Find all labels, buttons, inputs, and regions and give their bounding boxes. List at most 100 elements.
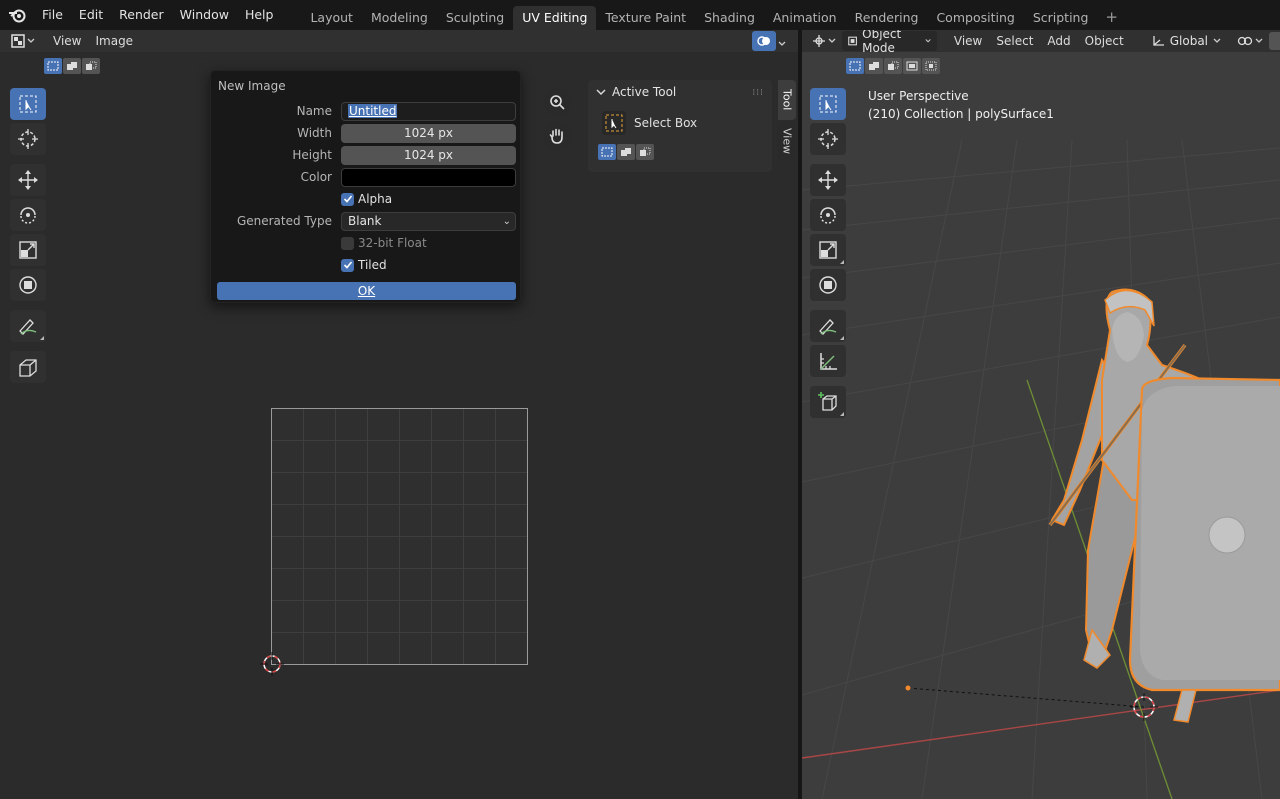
generated-type-select[interactable]: Blank ⌄ bbox=[341, 212, 516, 231]
select-subtract-icon[interactable] bbox=[636, 144, 654, 160]
move-tool[interactable] bbox=[10, 164, 46, 196]
menu-edit[interactable]: Edit bbox=[71, 3, 111, 27]
snap-toggle-button[interactable] bbox=[1269, 32, 1280, 50]
uv-menu-view[interactable]: View bbox=[46, 31, 88, 51]
ok-button[interactable]: OK bbox=[217, 282, 516, 300]
new-image-dialog: New Image Name Untitled Width 1024 px He… bbox=[210, 70, 521, 303]
rotate-tool[interactable] bbox=[10, 199, 46, 231]
tab-animation[interactable]: Animation bbox=[764, 6, 846, 30]
editor-type-selector[interactable] bbox=[812, 31, 836, 51]
overlay-toggle-button[interactable] bbox=[752, 31, 776, 51]
viewport-menu-add[interactable]: Add bbox=[1040, 31, 1077, 51]
pivot-point-dropdown[interactable] bbox=[1237, 35, 1263, 47]
select-extend-icon[interactable] bbox=[865, 58, 883, 74]
tiled-checkbox-row[interactable]: Tiled bbox=[341, 258, 387, 272]
tab-scripting[interactable]: Scripting bbox=[1024, 6, 1098, 30]
uv-editor[interactable]: View Image Active Tool ⁞⁞⁞ Select Box To… bbox=[0, 30, 798, 799]
viewport-header: Object Mode View Select Add Object Globa… bbox=[802, 30, 1280, 55]
float-checkbox[interactable] bbox=[341, 236, 354, 250]
zoom-button[interactable] bbox=[543, 88, 571, 116]
tab-rendering[interactable]: Rendering bbox=[846, 6, 928, 30]
tab-shading[interactable]: Shading bbox=[695, 6, 764, 30]
uv-menu-image[interactable]: Image bbox=[88, 31, 140, 51]
rotate-tool[interactable] bbox=[810, 199, 846, 231]
annotate-tool[interactable] bbox=[810, 310, 846, 342]
alpha-label: Alpha bbox=[358, 192, 393, 206]
tab-compositing[interactable]: Compositing bbox=[927, 6, 1023, 30]
overlay-dropdown-chevron-icon[interactable] bbox=[778, 36, 786, 50]
measure-tool[interactable] bbox=[810, 345, 846, 377]
image-editor-icon bbox=[11, 34, 25, 48]
menu-help[interactable]: Help bbox=[237, 3, 282, 27]
select-intersect-icon[interactable] bbox=[922, 58, 940, 74]
select-new-icon[interactable] bbox=[44, 58, 62, 74]
alpha-row: Alpha bbox=[211, 192, 522, 212]
select-subtract-icon[interactable] bbox=[884, 58, 902, 74]
tiled-checkbox[interactable] bbox=[341, 258, 354, 272]
3d-viewport[interactable]: Object Mode View Select Add Object Globa… bbox=[802, 30, 1280, 799]
uv-grid-canvas[interactable] bbox=[271, 408, 528, 665]
menu-file[interactable]: File bbox=[34, 3, 71, 27]
rotate-icon bbox=[820, 207, 836, 224]
viewport-menu-view[interactable]: View bbox=[947, 31, 989, 51]
blender-logo-icon[interactable] bbox=[0, 0, 34, 30]
name-field[interactable]: Untitled bbox=[341, 102, 516, 121]
tab-texture-paint[interactable]: Texture Paint bbox=[596, 6, 695, 30]
active-tool-icon-button[interactable] bbox=[602, 111, 626, 135]
select-box-tool[interactable] bbox=[810, 88, 846, 120]
tab-layout[interactable]: Layout bbox=[301, 6, 362, 30]
add-cube-tool[interactable] bbox=[810, 386, 846, 418]
scale-tool[interactable] bbox=[810, 234, 846, 266]
editor-type-selector[interactable] bbox=[8, 31, 38, 51]
tab-uv-editing[interactable]: UV Editing bbox=[513, 6, 597, 30]
mode-value: Object Mode bbox=[862, 30, 902, 55]
select-extend-icon[interactable] bbox=[617, 144, 635, 160]
drag-handle-icon[interactable]: ⁞⁞⁞ bbox=[752, 88, 764, 98]
mode-dropdown[interactable]: Object Mode bbox=[842, 30, 937, 55]
add-workspace-button[interactable]: + bbox=[1097, 6, 1126, 30]
chevron-down-icon bbox=[1213, 38, 1221, 43]
menu-render[interactable]: Render bbox=[111, 3, 172, 27]
width-field[interactable]: 1024 px bbox=[341, 124, 516, 143]
tab-view[interactable]: View bbox=[778, 122, 796, 160]
width-label: Width bbox=[297, 126, 332, 140]
tab-tool[interactable]: Tool bbox=[778, 80, 796, 120]
transform-tool[interactable] bbox=[10, 269, 46, 301]
select-box-tool[interactable] bbox=[10, 88, 46, 120]
tab-sculpting[interactable]: Sculpting bbox=[437, 6, 513, 30]
move-tool[interactable] bbox=[810, 164, 846, 196]
alpha-checkbox-row[interactable]: Alpha bbox=[341, 192, 392, 206]
character-model[interactable] bbox=[1048, 288, 1280, 723]
x-axis-line bbox=[802, 689, 1280, 759]
checkmark-icon bbox=[343, 195, 352, 203]
select-subtract-icon[interactable] bbox=[82, 58, 100, 74]
active-tool-section-header[interactable]: Active Tool ⁞⁞⁞ bbox=[588, 80, 772, 104]
overlays-icon bbox=[757, 36, 770, 46]
transform-orientation-dropdown[interactable]: Global bbox=[1144, 31, 1228, 51]
viewport-menu-object[interactable]: Object bbox=[1078, 31, 1131, 51]
select-new-icon[interactable] bbox=[598, 144, 616, 160]
viewport-menu-select[interactable]: Select bbox=[989, 31, 1040, 51]
cursor-tool[interactable] bbox=[10, 123, 46, 155]
annotate-tool[interactable] bbox=[10, 310, 46, 342]
height-field[interactable]: 1024 px bbox=[341, 146, 516, 165]
scale-tool[interactable] bbox=[10, 234, 46, 266]
transform-tool[interactable] bbox=[810, 269, 846, 301]
pan-button[interactable] bbox=[543, 122, 571, 150]
workspace-tabs: Layout Modeling Sculpting UV Editing Tex… bbox=[301, 0, 1126, 30]
2d-cursor-icon[interactable] bbox=[260, 652, 284, 676]
select-new-icon[interactable] bbox=[846, 58, 864, 74]
color-swatch[interactable] bbox=[341, 168, 516, 187]
float-checkbox-row[interactable]: 32-bit Float bbox=[341, 236, 427, 250]
alpha-checkbox[interactable] bbox=[341, 192, 354, 206]
view-name: User Perspective bbox=[868, 89, 969, 103]
scale-icon bbox=[819, 241, 837, 259]
tab-modeling[interactable]: Modeling bbox=[362, 6, 437, 30]
select-difference-icon[interactable] bbox=[903, 58, 921, 74]
menu-window[interactable]: Window bbox=[172, 3, 237, 27]
select-extend-icon[interactable] bbox=[63, 58, 81, 74]
annotate-pencil-icon bbox=[819, 319, 837, 335]
light-origin-point[interactable] bbox=[905, 685, 911, 691]
cursor-tool[interactable] bbox=[810, 123, 846, 155]
rip-tool[interactable] bbox=[10, 351, 46, 383]
